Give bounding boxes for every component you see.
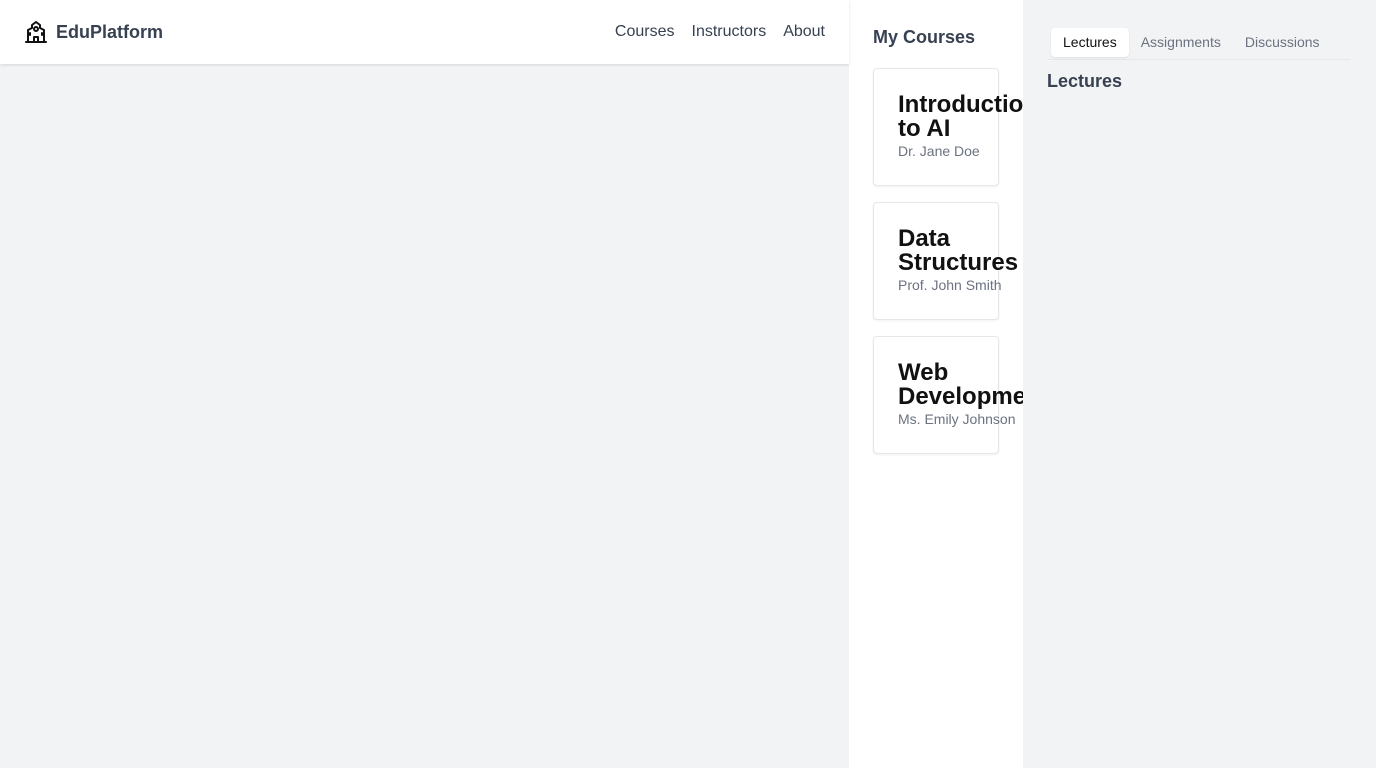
nav-link-about[interactable]: About (783, 23, 825, 41)
course-instructor: Dr. Jane Doe (898, 143, 980, 159)
tab-lectures[interactable]: Lectures (1051, 28, 1129, 57)
brand-name: EduPlatform (56, 21, 164, 42)
course-instructor: Ms. Emily Johnson (898, 411, 1016, 427)
course-name: Introduction to AI (898, 91, 1023, 142)
course-name: Web Development (898, 359, 1023, 410)
course-card[interactable]: Introduction to AI Dr. Jane Doe (873, 68, 1023, 186)
tab-discussions[interactable]: Discussions (1233, 28, 1332, 57)
section-heading: Lectures (1047, 71, 1123, 91)
course-card[interactable]: Data Structures Prof. John Smith (873, 202, 1018, 320)
course-card[interactable]: Web Development Ms. Emily Johnson (873, 336, 1023, 454)
nav-link-instructors[interactable]: Instructors (692, 23, 767, 41)
main-nav: Courses Instructors About (615, 23, 825, 41)
courses-sidebar: My Courses Introduction to AI Dr. Jane D… (849, 0, 1023, 768)
app-root: EduPlatform Courses Instructors About My… (0, 0, 1376, 768)
course-instructor: Prof. John Smith (898, 277, 1002, 293)
brand[interactable]: EduPlatform (24, 20, 163, 44)
nav-link-courses[interactable]: Courses (615, 23, 675, 41)
top-navbar: EduPlatform Courses Instructors About (0, 0, 849, 64)
course-tabs: Lectures Assignments Discussions (1047, 24, 1350, 60)
course-detail-panel: Lectures Assignments Discussions Lecture… (1023, 0, 1376, 768)
course-name: Data Structures (898, 225, 1019, 276)
tab-assignments[interactable]: Assignments (1129, 28, 1233, 57)
school-building-icon (24, 20, 48, 44)
main-content-area (0, 64, 849, 768)
courses-title: My Courses (873, 27, 976, 47)
